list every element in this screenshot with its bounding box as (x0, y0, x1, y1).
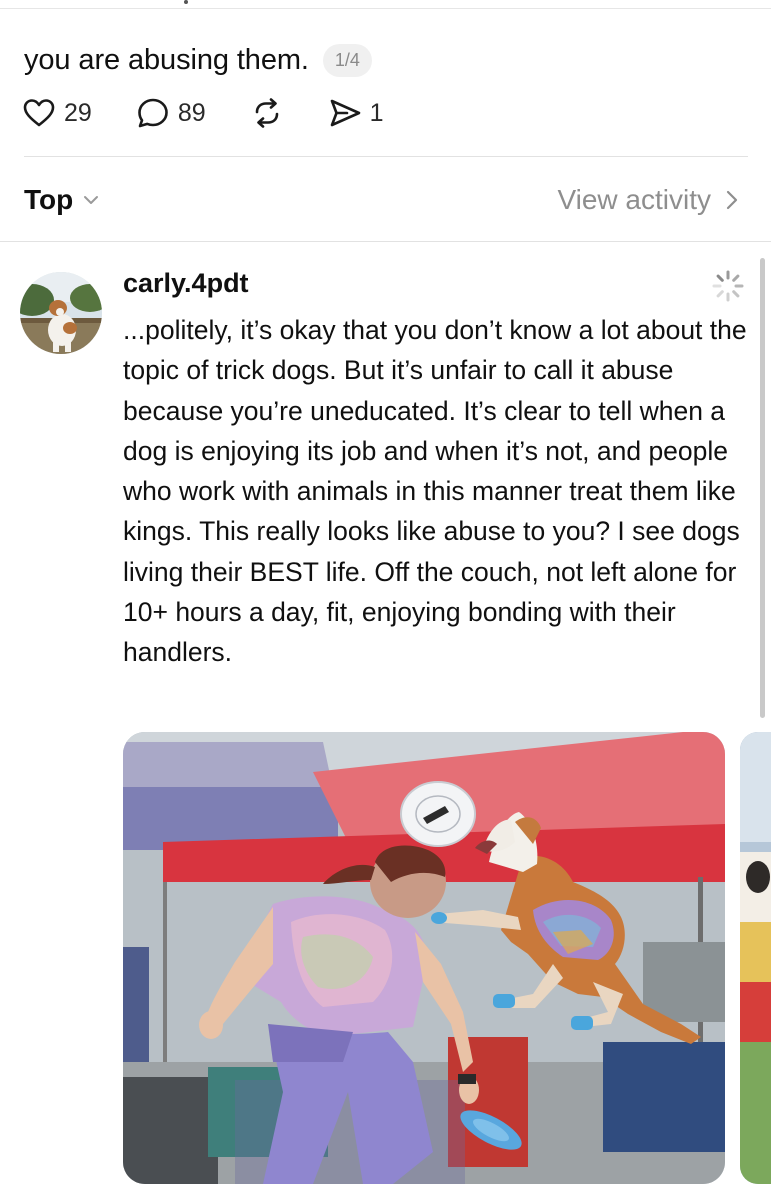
like-button[interactable]: 29 (22, 96, 92, 130)
chevron-down-icon (84, 196, 99, 204)
scrollbar[interactable] (760, 258, 765, 718)
post-caption: you are abusing them. (24, 43, 309, 76)
post-caption-row: you are abusing them. 1/4 (24, 40, 372, 80)
reply-count: 89 (177, 98, 206, 127)
page-indicator[interactable]: 1/4 (322, 43, 372, 77)
view-activity-link[interactable]: View activity (557, 180, 739, 220)
repost-button[interactable] (250, 96, 284, 130)
post-actions: 29 89 1 (22, 94, 384, 132)
reply-text: ...politely, it’s okay that you don’t kn… (123, 315, 747, 668)
like-count: 29 (64, 98, 92, 127)
repost-icon (255, 98, 278, 128)
chevron-right-icon (726, 190, 738, 210)
loading-spinner-icon (712, 270, 744, 302)
reply-button[interactable]: 89 (136, 96, 206, 130)
reply-username[interactable]: carly.4pdt (123, 268, 249, 299)
heart-icon (23, 99, 55, 127)
send-icon (330, 99, 360, 127)
sort-dropdown[interactable]: Top (24, 180, 101, 220)
actions-divider (24, 156, 748, 157)
avatar[interactable] (20, 272, 102, 354)
top-divider (0, 8, 771, 9)
reply-photo[interactable] (123, 732, 725, 1184)
share-count: 1 (369, 98, 384, 127)
comment-bubble-icon (138, 98, 168, 128)
sort-label: Top (24, 184, 74, 215)
share-button[interactable]: 1 (328, 96, 384, 130)
cut-off-text-fragment (184, 0, 188, 4)
section-divider (0, 241, 771, 242)
view-activity-label: View activity (557, 184, 711, 215)
next-photo-peek[interactable] (740, 732, 771, 1184)
